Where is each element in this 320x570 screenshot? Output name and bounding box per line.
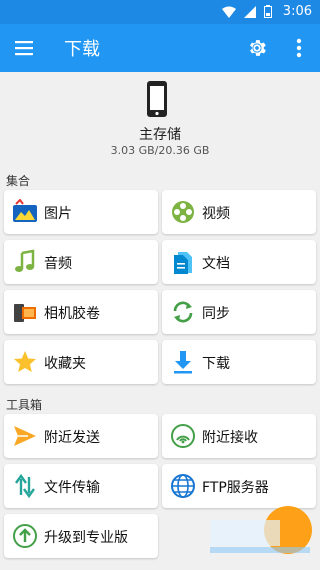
card-nearby-receive[interactable]: 附近接收	[162, 414, 316, 458]
watermark-logo	[210, 506, 312, 554]
card-label: 下载	[202, 356, 230, 372]
page-title: 下载	[64, 39, 100, 60]
card-label: 同步	[202, 306, 230, 322]
card-label: 音频	[44, 256, 72, 272]
storage-header[interactable]: 主存储 3.03 GB/20.36 GB	[0, 72, 320, 170]
more-vert-icon[interactable]	[288, 36, 310, 60]
card-label: 视频	[202, 206, 230, 222]
status-bar: 3:06	[0, 0, 320, 24]
receive-signal-icon	[171, 424, 195, 448]
section-label-collections: 集合	[6, 174, 31, 188]
star-icon	[14, 351, 36, 372]
menu-icon[interactable]	[14, 38, 34, 58]
music-note-icon	[15, 249, 35, 272]
card-video[interactable]: 视频	[162, 190, 316, 234]
battery-icon	[264, 5, 272, 18]
send-icon	[14, 426, 36, 446]
camera-roll-icon	[14, 304, 36, 322]
globe-icon	[171, 474, 195, 498]
signal-icon	[244, 5, 256, 18]
section-label-toolbox: 工具箱	[6, 398, 43, 412]
card-label: 收藏夹	[44, 356, 86, 372]
card-camera-roll[interactable]: 相机胶卷	[4, 290, 158, 334]
card-label: 图片	[44, 206, 72, 222]
card-upgrade-pro[interactable]: 升级到专业版	[4, 514, 158, 558]
card-label: 文档	[202, 256, 230, 272]
card-pictures[interactable]: 图片	[4, 190, 158, 234]
card-documents[interactable]: 文档	[162, 240, 316, 284]
pictures-icon	[13, 199, 37, 222]
sync-icon	[173, 301, 193, 323]
document-icon	[174, 252, 192, 274]
app-bar: 下载	[0, 24, 320, 72]
card-favorites[interactable]: 收藏夹	[4, 340, 158, 384]
card-label: 升级到专业版	[44, 530, 128, 546]
card-audio[interactable]: 音频	[4, 240, 158, 284]
storage-size: 3.03 GB/20.36 GB	[110, 144, 210, 157]
card-download[interactable]: 下载	[162, 340, 316, 384]
card-file-transfer[interactable]: 文件传输	[4, 464, 158, 508]
storage-name: 主存储	[139, 127, 181, 143]
card-nearby-send[interactable]: 附近发送	[4, 414, 158, 458]
card-label: 附近发送	[44, 430, 100, 446]
video-reel-icon	[172, 201, 194, 223]
wifi-icon	[222, 6, 236, 18]
gear-icon[interactable]	[246, 37, 268, 59]
card-label: 文件传输	[44, 480, 100, 496]
card-label: 附近接收	[202, 430, 258, 446]
status-time: 3:06	[282, 4, 312, 19]
phone-icon	[147, 81, 167, 117]
card-label: FTP服务器	[202, 480, 269, 496]
upgrade-icon	[13, 524, 37, 548]
card-sync[interactable]: 同步	[162, 290, 316, 334]
transfer-icon	[15, 473, 35, 499]
card-ftp-server[interactable]: FTP服务器	[162, 464, 316, 508]
card-label: 相机胶卷	[44, 306, 100, 322]
download-icon	[174, 351, 192, 374]
